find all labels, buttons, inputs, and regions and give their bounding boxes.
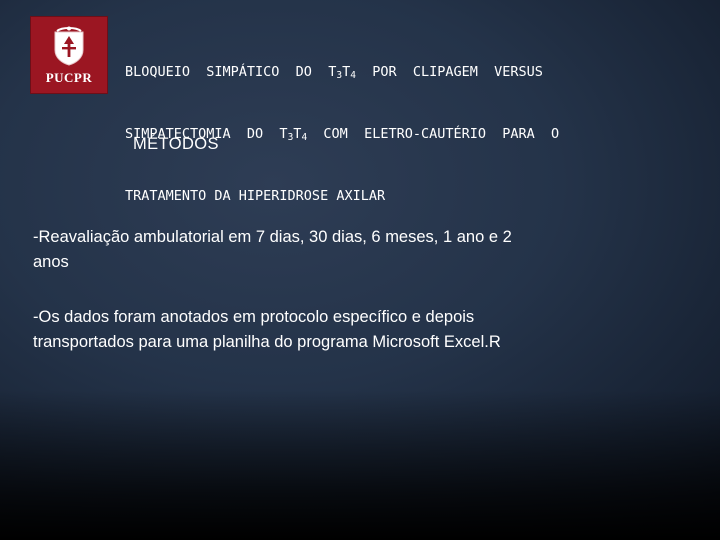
page-title-line-1: BLOQUEIO SIMPÁTICO DO T3T4 POR CLIPAGEM … — [125, 64, 543, 81]
bullet-item-2: -Os dados foram anotados em protocolo es… — [33, 305, 688, 355]
shield-crest-icon — [54, 26, 84, 66]
bullet-item-2-tail: transportados para uma planilha do progr… — [33, 333, 501, 351]
bullet-item-1-tail: anos — [33, 253, 69, 271]
section-heading-metodos: MÉTODOS — [133, 135, 219, 153]
bullet-item-2-text: -Os dados foram anotados em protocolo es… — [33, 305, 688, 355]
page-title: BLOQUEIO SIMPÁTICO DO T3T4 POR CLIPAGEM … — [125, 22, 705, 246]
page-title-line-3: TRATAMENTO DA HIPERIDROSE AXILAR — [125, 188, 386, 204]
pucpr-logo-text: PUCPR — [45, 70, 93, 85]
bullet-item-1: -Reavaliação ambulatorial em 7 dias, 30 … — [33, 225, 688, 275]
pucpr-logo: PUCPR — [30, 16, 108, 94]
bullet-item-1-head: -Reavaliação ambulatorial em 7 dias, 30 … — [33, 228, 512, 246]
bullet-item-2-head: -Os dados foram anotados em protocolo es… — [33, 308, 475, 326]
bullet-item-1-text: -Reavaliação ambulatorial em 7 dias, 30 … — [33, 225, 688, 275]
slide-canvas: PUCPR BLOQUEIO SIMPÁTICO DO T3T4 POR CLI… — [0, 0, 720, 540]
